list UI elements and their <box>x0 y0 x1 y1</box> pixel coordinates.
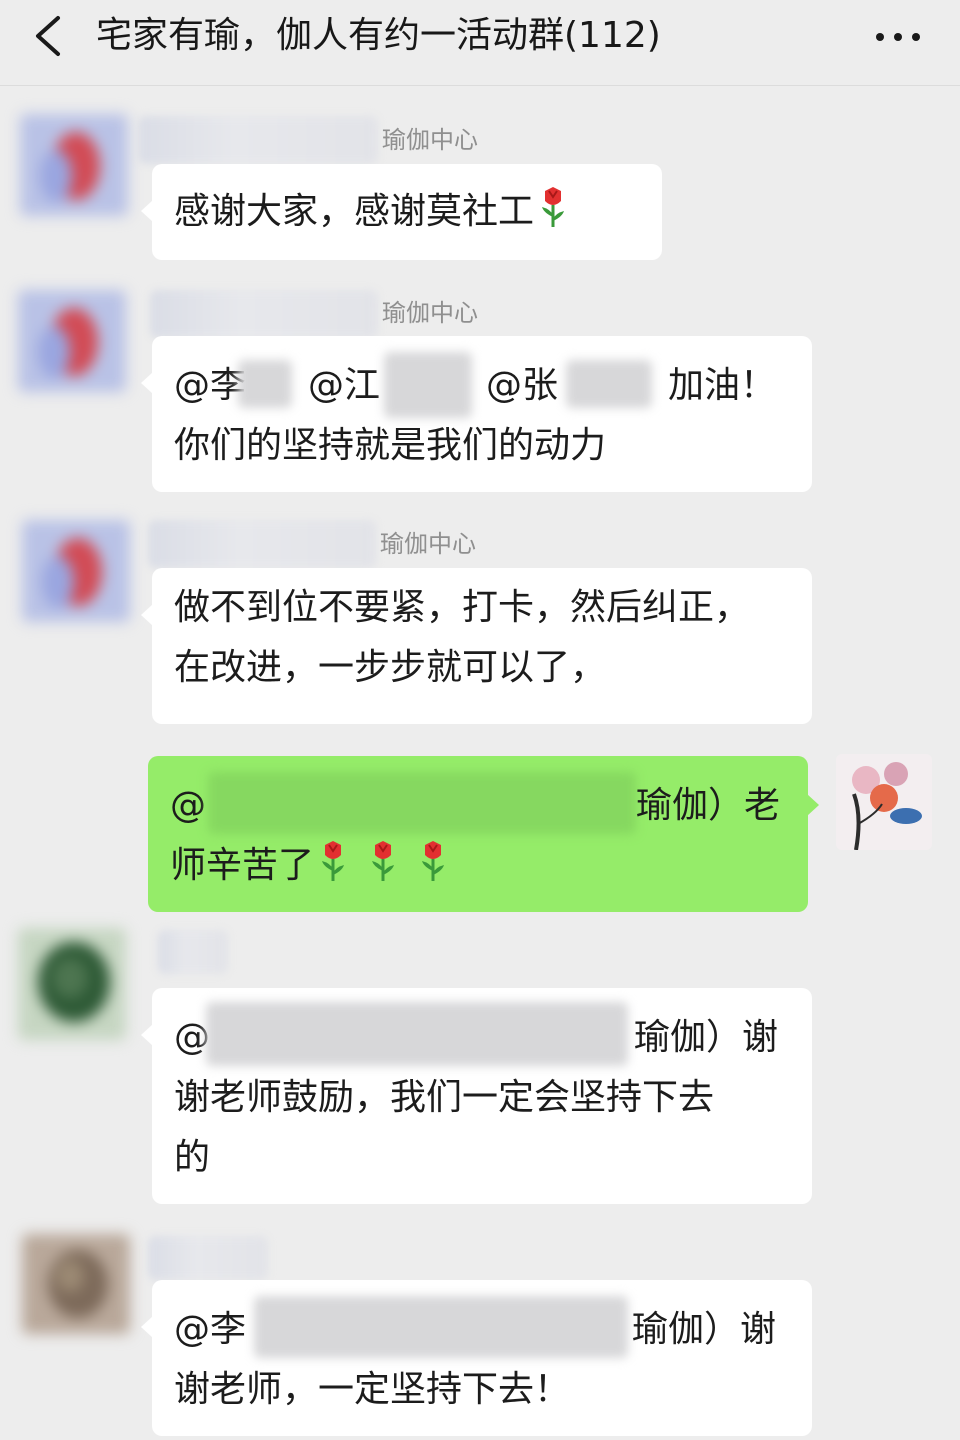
masked-name <box>206 1002 628 1066</box>
mention-text: @ <box>174 1017 210 1058</box>
my-avatar[interactable] <box>836 754 932 850</box>
more-button[interactable] <box>870 12 930 62</box>
message-text: 瑜伽）老 <box>636 785 781 826</box>
message-text: 瑜伽）谢 <box>634 1017 779 1058</box>
sender-name: 瑜伽中心 <box>382 299 478 327</box>
message-text: 谢老师鼓励，我们一定会坚持下去 <box>174 1077 715 1118</box>
avatar[interactable] <box>20 114 128 216</box>
sender-name: 瑜伽中心 <box>380 530 476 558</box>
message-text: 谢老师，一定坚持下去！ <box>174 1369 571 1410</box>
message-bubble[interactable]: 感谢大家，感谢莫社工 <box>141 164 662 260</box>
message-text: 在改进，一步步就可以了， <box>174 647 607 688</box>
sender-name-masked <box>148 520 376 568</box>
mention-text: @江 <box>308 365 381 406</box>
mention-text: @李 <box>174 1309 247 1350</box>
more-dots-icon <box>876 33 920 41</box>
masked-name <box>254 1296 628 1358</box>
sender-name: 瑜伽中心 <box>382 126 478 154</box>
message-text: 的 <box>174 1137 211 1178</box>
sender-name-masked <box>158 930 228 974</box>
sender-name-masked <box>148 1236 268 1280</box>
masked-name <box>384 352 472 418</box>
message-text: 加油！ <box>668 365 777 406</box>
rose-emoji-icon <box>368 839 398 902</box>
back-button[interactable] <box>22 6 82 66</box>
rose-emoji-icon <box>318 839 348 902</box>
masked-name <box>208 772 636 834</box>
masked-name <box>238 360 292 408</box>
mention-text: @张 <box>486 365 559 406</box>
message-text: 感谢大家，感谢莫社工 <box>174 191 535 232</box>
masked-name <box>566 360 652 408</box>
message-text: 师辛苦了 <box>170 836 448 902</box>
rose-emoji-icon <box>418 839 448 902</box>
sender-name-masked <box>138 116 378 164</box>
mention-text: @ <box>170 785 206 826</box>
message-text: 瑜伽）谢 <box>632 1309 777 1350</box>
message-text: 你们的坚持就是我们的动力 <box>174 425 607 466</box>
message-text-line: 师辛苦了 <box>170 845 315 886</box>
message-text: 做不到位不要紧，打卡，然后纠正， <box>174 587 751 628</box>
chat-title: 宅家有瑜，伽人有约一活动群(112) <box>96 15 661 56</box>
chat-header: 宅家有瑜，伽人有约一活动群(112) <box>0 0 960 86</box>
back-chevron-icon <box>36 16 60 56</box>
mention-text: @李 <box>174 365 247 406</box>
avatar[interactable] <box>18 928 126 1040</box>
avatar[interactable] <box>18 290 126 392</box>
avatar[interactable] <box>22 1234 130 1334</box>
avatar[interactable] <box>22 520 130 622</box>
rose-emoji-icon <box>538 185 568 248</box>
message-bubble[interactable]: 做不到位不要紧，打卡，然后纠正， 在改进，一步步就可以了， <box>141 568 812 724</box>
sender-name-masked <box>150 290 378 338</box>
